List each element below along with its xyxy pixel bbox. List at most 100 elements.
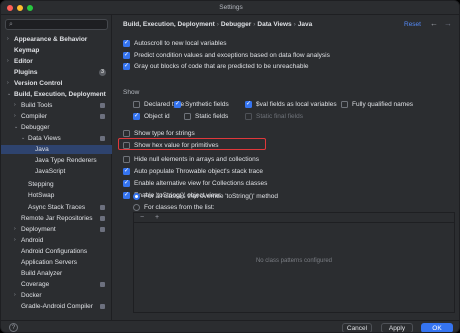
search-input[interactable] (18, 21, 103, 28)
remove-pattern-button[interactable]: − (140, 213, 144, 223)
checkbox[interactable] (123, 39, 130, 48)
checkbox[interactable] (133, 101, 140, 108)
sidebar-item-plugins[interactable]: Plugins 3 (1, 68, 112, 77)
checkbox[interactable] (123, 51, 130, 60)
sidebar-item-data-views[interactable]: ⌄ Data Views (1, 134, 112, 143)
apply-button[interactable]: Apply (381, 323, 413, 332)
sidebar-item-label: Plugins (14, 69, 38, 76)
help-icon[interactable]: ? (9, 323, 18, 332)
sidebar-item-async-stack-traces[interactable]: Async Stack Traces (1, 203, 112, 212)
sidebar-item-version-control[interactable]: › Version Control (1, 79, 112, 88)
sidebar-item-label: Gradle-Android Compiler (21, 303, 93, 310)
sidebar-item-debugger[interactable]: ⌄ Debugger (1, 123, 112, 132)
chevron-right-icon[interactable]: › (14, 101, 16, 110)
checkbox[interactable] (184, 113, 191, 120)
checkbox (245, 113, 252, 120)
sidebar-item-label: Java Type Renderers (35, 157, 97, 164)
radio-label: For classes from the list: (144, 204, 215, 211)
chevron-down-icon[interactable]: ⌄ (14, 123, 18, 132)
reset-link[interactable]: Reset (404, 21, 421, 28)
sidebar-item-label: Async Stack Traces (28, 204, 86, 211)
close-window-button[interactable] (7, 5, 13, 11)
chevron-right-icon[interactable]: › (14, 225, 16, 234)
sidebar-item-label: Android (21, 237, 44, 244)
checkbox[interactable] (123, 156, 130, 163)
settings-window: Settings ⌕ › Appearance & Behavior Keymap ›… (0, 0, 460, 333)
sidebar-item-label: Java (35, 146, 49, 153)
sidebar-item-label: Data Views (28, 135, 61, 142)
add-pattern-button[interactable]: + (155, 213, 159, 223)
breadcrumb-separator: › (293, 21, 296, 28)
project-level-icon (100, 304, 105, 309)
checkbox-label: Auto populate Throwable object's stack t… (134, 168, 264, 175)
sidebar-item-hotswap[interactable]: HotSwap (1, 191, 112, 200)
breadcrumb: Build, Execution, Deployment › Debugger › Da… (123, 21, 312, 28)
checkbox[interactable] (123, 167, 130, 176)
sidebar-item-javascript[interactable]: JavaScript (1, 167, 112, 176)
checkbox[interactable] (123, 130, 130, 137)
sidebar-item-remote-jar-repositories[interactable]: Remote Jar Repositories (1, 214, 112, 223)
sidebar-item-docker[interactable]: › Docker (1, 291, 112, 300)
project-level-icon (100, 114, 105, 119)
chevron-right-icon[interactable]: › (14, 291, 16, 300)
settings-search[interactable]: ⌕ (5, 19, 108, 30)
sidebar-item-label: Android Configurations (21, 248, 88, 255)
chevron-down-icon[interactable]: ⌄ (7, 90, 11, 99)
sidebar-item-compiler[interactable]: › Compiler (1, 112, 112, 121)
chevron-right-icon[interactable]: › (7, 79, 9, 88)
sidebar-item-android[interactable]: › Android (1, 236, 112, 245)
sidebar-item-label: Application Servers (21, 259, 77, 266)
sidebar-item-gradle-android-compiler[interactable]: Gradle-Android Compiler (1, 302, 112, 311)
cancel-button[interactable]: Cancel (342, 323, 372, 332)
sidebar-item-build-execution-deployment[interactable]: ⌄ Build, Execution, Deployment (1, 90, 112, 99)
checkbox-label: Autoscroll to new local variables (134, 40, 227, 47)
checkbox[interactable] (123, 179, 130, 188)
update-count-badge: 3 (99, 69, 106, 76)
project-level-icon (100, 282, 105, 287)
sidebar-item-java-type-renderers[interactable]: Java Type Renderers (1, 156, 112, 165)
sidebar-item-label: Keymap (14, 47, 40, 54)
sidebar-item-appearance-behavior[interactable]: › Appearance & Behavior (1, 35, 112, 44)
project-level-icon (100, 136, 105, 141)
breadcrumb-item: Debugger (220, 21, 252, 28)
checkbox[interactable] (123, 62, 130, 71)
ok-button[interactable]: OK (421, 323, 453, 332)
project-level-icon (100, 227, 105, 232)
sidebar-item-label: Debugger (21, 124, 50, 131)
window-title: Settings (219, 4, 243, 11)
sidebar-item-label: Remote Jar Repositories (21, 215, 93, 222)
back-arrow-icon[interactable]: ← (430, 19, 438, 28)
sidebar-item-keymap[interactable]: Keymap (1, 46, 112, 55)
zoom-window-button[interactable] (27, 5, 33, 11)
chevron-right-icon[interactable]: › (7, 57, 9, 66)
sidebar-item-android-configurations[interactable]: Android Configurations (1, 247, 112, 256)
radio-button[interactable] (133, 204, 140, 211)
checkbox[interactable] (174, 100, 181, 109)
checkbox[interactable] (123, 191, 130, 200)
sidebar-item-build-tools[interactable]: › Build Tools (1, 101, 112, 110)
sidebar-item-java[interactable]: Java (1, 145, 112, 154)
checkbox-label: Static fields (195, 113, 229, 120)
sidebar-item-application-servers[interactable]: Application Servers (1, 258, 112, 267)
chevron-right-icon[interactable]: › (14, 112, 16, 121)
breadcrumb-item: Build, Execution, Deployment (123, 21, 215, 28)
sidebar-item-editor[interactable]: › Editor (1, 57, 112, 66)
chevron-down-icon[interactable]: ⌄ (21, 134, 25, 143)
chevron-right-icon[interactable]: › (14, 236, 16, 245)
sidebar-item-label: Appearance & Behavior (14, 36, 88, 43)
chevron-right-icon[interactable]: › (7, 35, 9, 44)
minimize-window-button[interactable] (17, 5, 23, 11)
checkbox-label: Static final fields (256, 113, 303, 120)
class-patterns-list[interactable]: − + No class patterns configured (133, 212, 455, 313)
dialog-footer: ? Cancel Apply OK (1, 320, 459, 332)
sidebar-item-build-analyzer[interactable]: Build Analyzer (1, 269, 112, 278)
forward-arrow-icon[interactable]: → (444, 19, 452, 28)
sidebar-item-stepping[interactable]: Stepping (1, 180, 112, 189)
sidebar-item-label: JavaScript (35, 168, 66, 175)
radio-button[interactable] (133, 193, 140, 200)
checkbox[interactable] (133, 112, 140, 121)
sidebar-item-deployment[interactable]: › Deployment (1, 225, 112, 234)
checkbox[interactable] (245, 100, 252, 109)
sidebar-item-coverage[interactable]: Coverage (1, 280, 112, 289)
checkbox[interactable] (341, 101, 348, 108)
